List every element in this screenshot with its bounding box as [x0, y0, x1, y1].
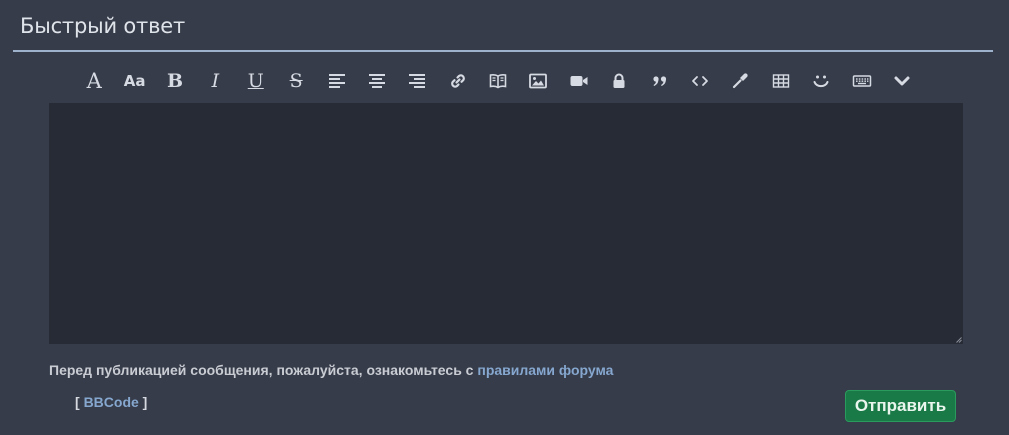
align-center-icon	[368, 74, 385, 88]
align-left-button[interactable]	[316, 64, 356, 98]
book-icon	[489, 74, 507, 89]
lock-icon	[613, 73, 625, 88]
align-center-button[interactable]	[357, 64, 397, 98]
editor-toolbar: A Aa B I U S	[74, 64, 922, 98]
video-button[interactable]	[559, 64, 599, 98]
quick-reply-title: Быстрый ответ	[20, 14, 186, 38]
image-button[interactable]	[518, 64, 558, 98]
spoiler-lock-button[interactable]	[599, 64, 639, 98]
strikethrough-button[interactable]: S	[276, 64, 316, 98]
bbcode-bracket-close: ]	[138, 394, 148, 410]
title-divider	[13, 50, 993, 52]
strikethrough-icon: S	[289, 69, 303, 92]
code-button[interactable]	[680, 64, 720, 98]
code-icon	[692, 76, 708, 86]
font-family-icon: A	[86, 68, 102, 93]
align-left-icon	[328, 74, 345, 88]
more-options-button[interactable]	[882, 64, 922, 98]
font-size-icon: Aa	[123, 71, 146, 90]
link-button[interactable]	[438, 64, 478, 98]
table-icon	[772, 74, 790, 88]
italic-icon: I	[211, 69, 220, 92]
quote-icon	[653, 76, 666, 86]
color-picker-button[interactable]	[720, 64, 760, 98]
bold-icon: B	[166, 69, 183, 92]
color-picker-icon	[733, 73, 749, 89]
font-family-button[interactable]: A	[74, 64, 114, 98]
bold-button[interactable]: B	[155, 64, 195, 98]
message-editor[interactable]	[49, 103, 963, 344]
resize-grip-icon[interactable]	[956, 337, 962, 343]
rules-notice: Перед публикацией сообщения, пожалуйста,…	[49, 361, 613, 379]
table-button[interactable]	[761, 64, 801, 98]
keyboard-icon	[852, 75, 871, 87]
chevron-down-icon	[894, 76, 910, 86]
link-icon	[450, 74, 465, 88]
align-right-icon	[409, 74, 426, 88]
bbcode-link[interactable]: BBCode	[84, 394, 139, 410]
keyboard-button[interactable]	[841, 64, 881, 98]
bbcode-help: [ BBCode ]	[75, 393, 147, 411]
smiley-button[interactable]	[801, 64, 841, 98]
rules-notice-text: Перед публикацией сообщения, пожалуйста,…	[49, 362, 478, 378]
forum-rules-link[interactable]: правилами форума	[477, 362, 613, 378]
smiley-icon	[813, 75, 829, 88]
book-button[interactable]	[478, 64, 518, 98]
font-size-button[interactable]: Aa	[114, 64, 154, 98]
bbcode-bracket-open: [	[75, 394, 84, 410]
quote-button[interactable]	[639, 64, 679, 98]
underline-button[interactable]: U	[236, 64, 276, 98]
align-right-button[interactable]	[397, 64, 437, 98]
italic-button[interactable]: I	[195, 64, 235, 98]
submit-button[interactable]: Отправить	[845, 390, 956, 422]
image-icon	[529, 73, 548, 89]
video-icon	[570, 76, 588, 86]
underline-icon: U	[247, 69, 264, 92]
